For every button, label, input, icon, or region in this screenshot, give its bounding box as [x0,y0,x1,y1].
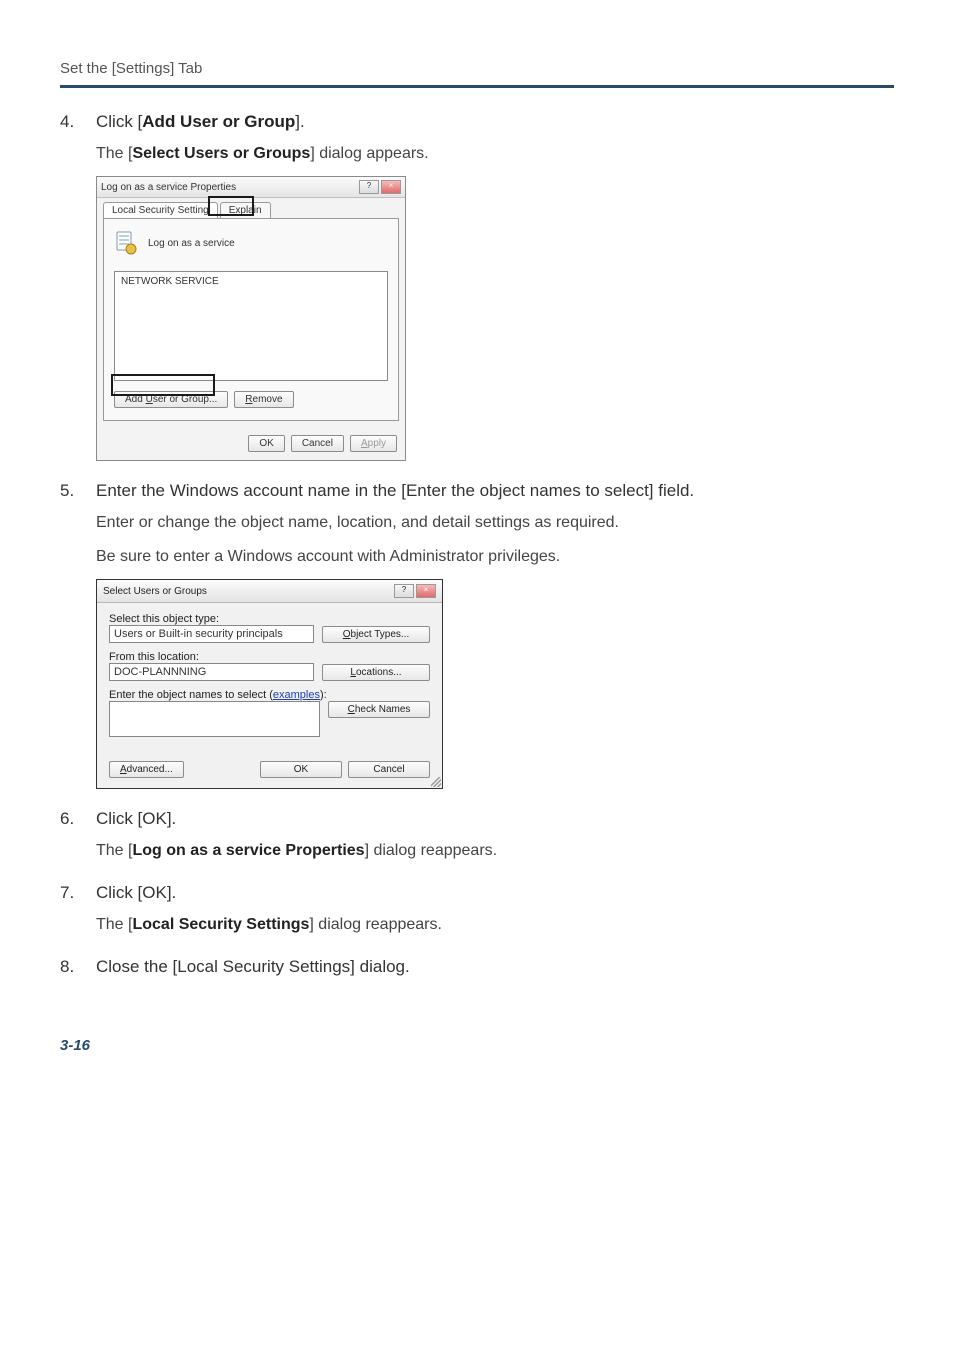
resize-grip-icon[interactable] [431,777,441,787]
step-title: Close the [Local Security Settings] dial… [96,957,410,977]
text: ] dialog reappears. [309,916,442,933]
step-number: 7. [60,883,84,903]
step-number: 4. [60,112,84,132]
text: xplain [235,205,261,216]
step-4: 4. Click [Add User or Group]. The [Selec… [60,112,894,461]
ok-button[interactable]: OK [260,761,342,778]
from-location-field: DOC-PLANNNING [109,663,314,681]
tab-local-security-setting[interactable]: Local Security Setting [103,202,218,218]
step-title: Click [OK]. [96,883,176,903]
enter-object-names-label: Enter the object names to select (exampl… [109,689,430,701]
object-types-button[interactable]: Object Types... [322,626,430,643]
locations-button[interactable]: Locations... [322,664,430,681]
help-window-button[interactable]: ? [394,584,414,598]
text-bold: Local Security Settings [132,916,309,933]
text: elect this object type: [116,613,219,625]
close-window-button[interactable]: × [416,584,436,598]
page-number: 3-16 [60,997,894,1054]
text: nter the object names to select ( [116,689,273,701]
mnemonic: U [146,394,153,405]
text-bold: Log on as a service Properties [132,842,364,859]
dialog-title: Select Users or Groups [103,586,207,597]
text: heck Names [355,704,411,715]
text: The [ [96,145,132,162]
ok-button[interactable]: OK [248,435,284,452]
tab-explain[interactable]: Explain [220,202,271,218]
dialog-titlebar: Log on as a service Properties ? × [97,177,405,198]
text: The [ [96,842,132,859]
step-title: Click [OK]. [96,809,176,829]
add-user-or-group-button[interactable]: Add User or Group... [114,391,228,408]
text: ] dialog appears. [310,145,428,162]
text: ): [320,689,327,701]
header-rule [60,85,894,88]
step-7: 7. Click [OK]. The [Local Security Setti… [60,883,894,937]
text: emove [253,394,283,405]
cancel-button[interactable]: Cancel [291,435,344,452]
step-number: 6. [60,809,84,829]
step-title: Click [Add User or Group]. [96,112,305,132]
list-item[interactable]: NETWORK SERVICE [121,276,381,287]
text: bject Types... [351,629,410,640]
help-window-button[interactable]: ? [359,180,379,194]
step-number: 8. [60,957,84,977]
mnemonic: A [361,438,368,449]
advanced-button[interactable]: Advanced... [109,761,184,778]
step-8: 8. Close the [Local Security Settings] d… [60,957,894,977]
step-6: 6. Click [OK]. The [Log on as a service … [60,809,894,863]
policy-icon [114,229,138,257]
text: dvanced... [127,764,173,775]
text: Add [125,394,146,405]
text: pply [368,438,386,449]
text: The [ [96,916,132,933]
dialog-title: Log on as a service Properties [101,182,236,193]
examples-link[interactable]: examples [273,689,320,701]
mnemonic: A [120,764,127,775]
object-type-label: Select this object type: [109,613,430,625]
from-location-label: From this location: [109,651,430,663]
select-users-dialog: Select Users or Groups ? × Select this o… [96,579,443,789]
step-number: 5. [60,481,84,501]
dialog-titlebar: Select Users or Groups ? × [97,580,442,603]
policy-name: Log on as a service [148,238,235,249]
text: ]. [295,112,304,131]
apply-button[interactable]: Apply [350,435,397,452]
check-names-button[interactable]: Check Names [328,701,430,718]
step-body-text: Enter or change the object name, locatio… [96,511,894,535]
accounts-listbox[interactable]: NETWORK SERVICE [114,271,388,381]
cancel-button[interactable]: Cancel [348,761,430,778]
text: ser or Group... [153,394,217,405]
object-names-input[interactable] [109,701,320,737]
text: ] dialog reappears. [365,842,498,859]
text-bold: Select Users or Groups [132,145,310,162]
page-header: Set the [Settings] Tab [60,60,894,85]
step-title: Enter the Windows account name in the [E… [96,481,694,501]
text: Click [ [96,112,142,131]
text-bold: Add User or Group [142,112,295,131]
close-window-button[interactable]: × [381,180,401,194]
remove-button[interactable]: Remove [234,391,293,408]
properties-dialog: Log on as a service Properties ? × Local… [96,176,406,461]
object-type-field: Users or Built-in security principals [109,625,314,643]
text: ocations... [356,667,402,678]
mnemonic: F [109,651,116,663]
mnemonic: O [343,629,351,640]
text: rom this location: [116,651,199,663]
mnemonic: C [348,704,355,715]
step-5: 5. Enter the Windows account name in the… [60,481,894,789]
step-body-text: Be sure to enter a Windows account with … [96,545,894,569]
mnemonic: R [245,394,252,405]
